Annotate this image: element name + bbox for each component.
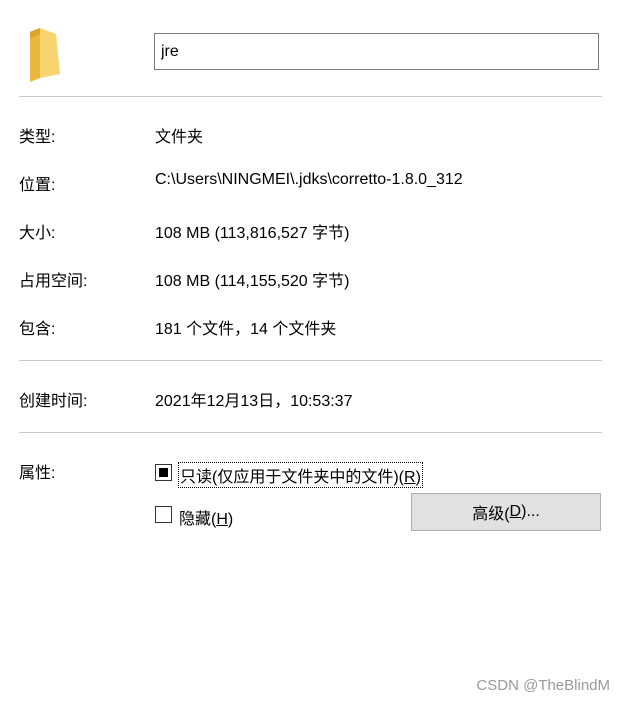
divider xyxy=(19,360,602,361)
attributes-label: 属性: xyxy=(19,465,56,482)
type-label: 类型: xyxy=(19,129,56,146)
readonly-label[interactable]: 只读(仅应用于文件夹中的文件)(R) xyxy=(178,462,423,488)
watermark: CSDN @TheBlindM xyxy=(476,677,610,694)
created-value: 2021年12月13日，10:53:37 xyxy=(155,393,353,410)
location-label: 位置: xyxy=(19,177,56,194)
folder-name-input[interactable] xyxy=(154,33,599,70)
readonly-text: 只读(仅应用于文件夹中的文件)( xyxy=(180,469,404,486)
type-value: 文件夹 xyxy=(155,129,204,146)
hidden-accesskey: H xyxy=(216,511,228,528)
readonly-close: ) xyxy=(415,469,421,486)
divider xyxy=(19,96,602,97)
location-value: C:\Users\NINGMEI\.jdks\corretto-1.8.0_31… xyxy=(155,171,463,188)
hidden-text: 隐藏( xyxy=(179,511,217,528)
created-label: 创建时间: xyxy=(19,393,88,410)
size-value: 108 MB (113,816,527 字节) xyxy=(155,225,350,242)
advanced-close: )... xyxy=(521,503,540,520)
readonly-accesskey: R xyxy=(404,469,416,486)
disk-size-label: 占用空间: xyxy=(19,273,88,290)
advanced-accesskey: D xyxy=(509,503,522,520)
contains-value: 181 个文件，14 个文件夹 xyxy=(155,321,337,338)
contains-label: 包含: xyxy=(19,321,56,338)
disk-size-value: 108 MB (114,155,520 字节) xyxy=(155,273,350,290)
hidden-checkbox[interactable] xyxy=(155,506,172,523)
folder-icon xyxy=(26,28,62,82)
divider xyxy=(19,432,602,433)
readonly-checkbox[interactable] xyxy=(155,464,172,481)
advanced-text: 高级( xyxy=(472,506,510,523)
hidden-close: ) xyxy=(227,511,234,528)
hidden-label[interactable]: 隐藏(H) xyxy=(179,505,233,529)
size-label: 大小: xyxy=(19,225,56,242)
advanced-button[interactable]: 高级(D)... xyxy=(411,493,601,531)
